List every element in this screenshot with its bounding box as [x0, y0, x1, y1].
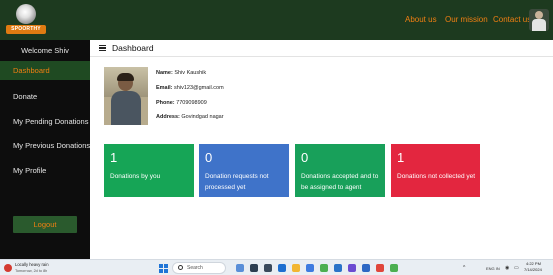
tray-battery-icon[interactable]: ▭ [514, 265, 519, 272]
profile-address: Address: Govindgad nagar [156, 114, 224, 120]
card-count: 1 [397, 150, 405, 165]
card-label: Donations not collected yet [397, 173, 476, 180]
stat-card-requests-not-processed[interactable]: 0 Donation requests not processed yet [199, 144, 289, 197]
card-label: Donations accepted and to be assigned to… [301, 173, 379, 191]
app-icon[interactable] [348, 264, 356, 272]
stat-card-donations-by-you[interactable]: 1 Donations by you [104, 144, 194, 197]
sidebar-item-previous-donations[interactable]: My Previous Donations [0, 136, 90, 155]
card-count: 0 [205, 150, 213, 165]
brand-logo[interactable]: SPOORTHY [6, 4, 46, 36]
sidebar-item-profile[interactable]: My Profile [0, 161, 90, 180]
nav-link-mission[interactable]: Our mission [445, 14, 488, 26]
card-label: Donation requests not processed yet [205, 173, 269, 191]
os-taskbar: Locally heavy rain Tomorrow, 2d to 8h Se… [0, 259, 553, 275]
profile-name: Name: Shiv Kaushik [156, 70, 207, 76]
logo-text: SPOORTHY [6, 25, 46, 34]
profile-email: Email: shiv123@gmail.com [156, 85, 224, 91]
tray-language[interactable]: ENG IN [486, 265, 500, 272]
sidebar: Welcome Shiv Dashboard Donate My Pending… [0, 40, 90, 259]
chrome-icon[interactable] [320, 264, 328, 272]
nav-link-contact[interactable]: Contact us [493, 14, 531, 26]
weather-alert-icon [4, 264, 12, 272]
profile-phone: Phone: 7709098909 [156, 100, 207, 106]
task-view-icon[interactable] [250, 264, 258, 272]
card-label: Donations by you [110, 173, 161, 180]
windows-start-icon[interactable] [159, 264, 168, 273]
card-count: 1 [110, 150, 118, 165]
nav-link-about[interactable]: About us [405, 14, 437, 26]
file-explorer-icon[interactable] [292, 264, 300, 272]
app-icon[interactable] [264, 264, 272, 272]
page-title: Dashboard [112, 43, 154, 53]
sidebar-item-donate[interactable]: Donate [0, 87, 90, 106]
search-icon [178, 265, 183, 270]
tray-chevron-up-icon[interactable]: ^ [463, 265, 465, 272]
logout-button[interactable]: Logout [13, 216, 77, 233]
welcome-text: Welcome Shiv [21, 46, 69, 55]
stat-card-not-collected[interactable]: 1 Donations not collected yet [391, 144, 480, 197]
sidebar-item-dashboard[interactable]: Dashboard [0, 61, 90, 80]
top-navbar: SPOORTHY About us Our mission Contact us [0, 0, 553, 40]
hamburger-menu-icon[interactable] [99, 45, 106, 52]
vscode-icon[interactable] [362, 264, 370, 272]
sidebar-item-pending-donations[interactable]: My Pending Donations [0, 112, 90, 131]
widgets-icon[interactable] [236, 264, 244, 272]
logo-emblem-icon [16, 4, 36, 24]
weather-widget[interactable]: Locally heavy rain Tomorrow, 2d to 8h [4, 262, 74, 274]
app-icon[interactable] [390, 264, 398, 272]
app-icon[interactable] [334, 264, 342, 272]
taskbar-search-input[interactable]: Search [172, 262, 226, 274]
app-icon[interactable] [376, 264, 384, 272]
main-header: Dashboard [90, 40, 553, 57]
user-avatar[interactable] [529, 9, 549, 31]
app-icon[interactable] [278, 264, 286, 272]
tray-network-icon[interactable]: ◉ [505, 265, 509, 272]
taskbar-date[interactable]: 7/14/2024 [524, 267, 542, 273]
card-count: 0 [301, 150, 309, 165]
stat-card-accepted-to-assign[interactable]: 0 Donations accepted and to be assigned … [295, 144, 385, 197]
profile-photo [104, 67, 148, 125]
edge-browser-icon[interactable] [306, 264, 314, 272]
